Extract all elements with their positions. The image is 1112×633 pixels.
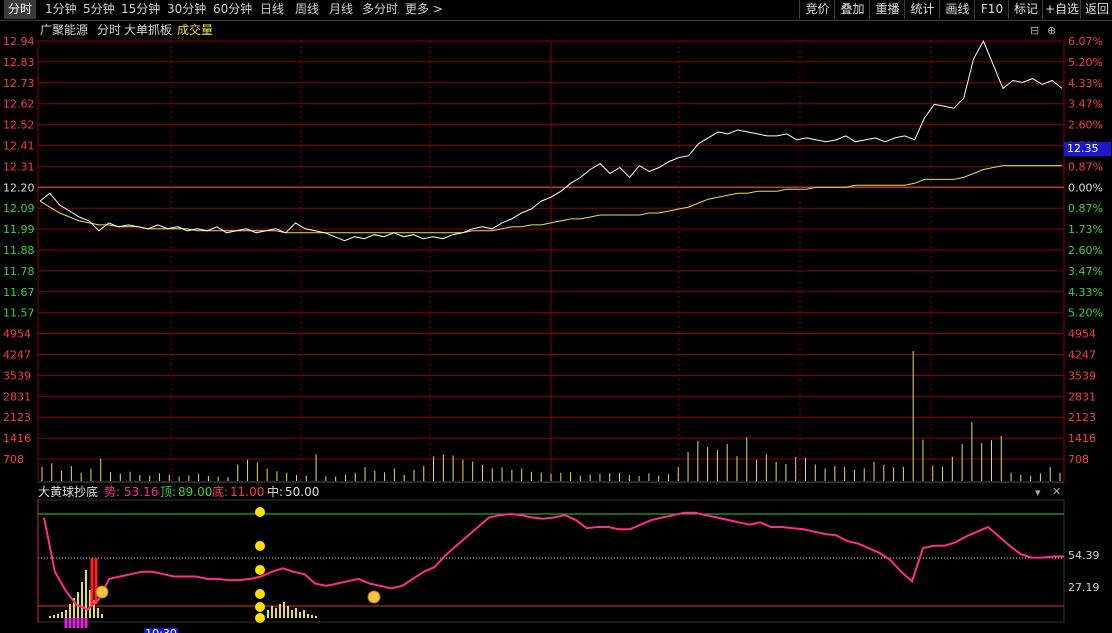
volume-tick-label-right: 3539 <box>1068 369 1096 382</box>
volume-tick-label-right: 2831 <box>1068 390 1096 403</box>
price-tick-label: 12.52 <box>3 119 35 132</box>
volume-tick-label: 4247 <box>3 349 31 362</box>
price-tick-label: 12.94 <box>3 35 35 48</box>
indicator-zhong-label: 中: <box>267 485 284 499</box>
yellow-ball-marker <box>255 541 265 551</box>
volume-tick-label-right: 4247 <box>1068 349 1096 362</box>
indicator-ding-label: 顶: <box>160 485 177 499</box>
price-tick-label: 11.57 <box>3 307 35 320</box>
pct-tick-label: 5.20% <box>1068 56 1103 69</box>
yellow-ball-marker <box>255 507 265 517</box>
pct-tick-label: 4.33% <box>1068 286 1103 299</box>
pct-tick-label: 0.00% <box>1068 181 1103 194</box>
volume-tick-label: 1416 <box>3 432 31 445</box>
indicator-zhong-value: 50.00 <box>285 485 320 499</box>
price-tick-label: 11.88 <box>3 244 35 257</box>
indicator-right-label: 27.19 <box>1068 581 1100 594</box>
volume-tick-label: 708 <box>3 453 24 466</box>
money-bag-icon <box>367 590 381 604</box>
close-icon[interactable]: ✕ <box>1052 485 1061 498</box>
price-tick-label: 11.78 <box>3 265 35 278</box>
price-tick-label: 11.67 <box>3 286 35 299</box>
dropdown-icon[interactable]: ▾ <box>1035 486 1041 499</box>
price-tick-label: 12.62 <box>3 98 35 111</box>
yellow-ball-marker <box>255 613 265 623</box>
pct-tick-label: 5.20% <box>1068 307 1103 320</box>
volume-tick-label-right: 708 <box>1068 453 1089 466</box>
pct-tick-label: 3.47% <box>1068 265 1103 278</box>
yellow-ball-marker <box>255 565 265 575</box>
price-tick-label: 12.41 <box>3 140 35 153</box>
pct-tick-label: 1.73% <box>1068 223 1103 236</box>
pct-tick-label: 4.33% <box>1068 77 1103 90</box>
yellow-ball-marker <box>255 602 265 612</box>
volume-tick-label-right: 1416 <box>1068 432 1096 445</box>
indicator-right-label: 54.39 <box>1068 549 1100 562</box>
volume-tick-label: 4954 <box>3 328 31 341</box>
pct-tick-label: 3.47% <box>1068 98 1103 111</box>
pct-tick-label: 2.60% <box>1068 244 1103 257</box>
indicator-ding-value: 89.00 <box>178 485 213 499</box>
price-tick-label: 12.20 <box>3 181 35 194</box>
indicator-di-label: 底: <box>212 485 229 499</box>
pct-tick-label: 0.87% <box>1068 202 1103 215</box>
price-tick-label: 12.31 <box>3 160 35 173</box>
pct-tick-label: 6.07% <box>1068 35 1103 48</box>
yellow-ball-marker <box>255 589 265 599</box>
volume-tick-label: 2123 <box>3 411 31 424</box>
indicator-line <box>43 511 1064 611</box>
price-tick-label: 12.73 <box>3 77 35 90</box>
price-tick-label: 11.99 <box>3 223 35 236</box>
indicator-shi-value: 53.16 <box>124 485 159 499</box>
indicator-shi-label: 势: <box>104 485 121 499</box>
volume-tick-label-right: 2123 <box>1068 411 1096 424</box>
intraday-chart: 12.94 6.07% 12.83 5.20% 12.73 4.33% 12.62 3.47%… <box>3 35 1103 633</box>
money-bag-icon <box>95 585 109 599</box>
volume-tick-label-right: 4954 <box>1068 328 1096 341</box>
pct-tick-label: 0.87% <box>1068 160 1103 173</box>
indicator-di-value: 11.00 <box>230 485 265 499</box>
price-tick-label: 12.09 <box>3 202 35 215</box>
price-tick-label: 12.83 <box>3 56 35 69</box>
time-cursor-label: 10:30 <box>145 627 177 633</box>
volume-tick-label: 2831 <box>3 390 31 403</box>
current-price-tag: 12.35 <box>1064 142 1111 156</box>
volume-tick-label: 3539 <box>3 369 31 382</box>
pct-tick-label: 2.60% <box>1068 119 1103 132</box>
indicator-name: 大黄球抄底 <box>38 485 99 499</box>
